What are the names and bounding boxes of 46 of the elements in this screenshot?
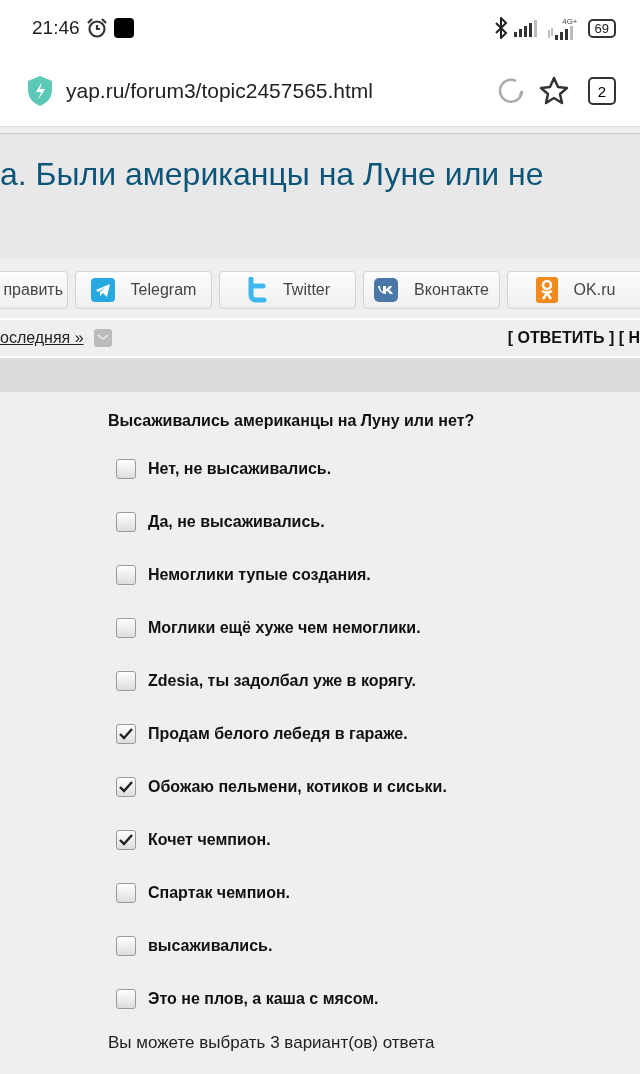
clock-time: 21:46 bbox=[32, 17, 80, 39]
checkbox[interactable] bbox=[116, 723, 136, 744]
option-label: Моглики ещё хуже чем немоглики. bbox=[148, 618, 421, 637]
tab-count-button[interactable]: 2 bbox=[588, 77, 616, 105]
checkbox[interactable] bbox=[116, 511, 136, 532]
battery-indicator: 69 bbox=[587, 18, 616, 38]
share-button[interactable]: OK.ru bbox=[507, 271, 640, 309]
option-label: Немоглики тупые создания. bbox=[148, 565, 371, 584]
checkbox[interactable] bbox=[116, 829, 136, 850]
checkbox[interactable] bbox=[116, 617, 136, 638]
option-label: Обожаю пельмени, котиков и сиськи. bbox=[148, 777, 447, 796]
option-label: Это не плов, а каша с мясом. bbox=[148, 989, 379, 1008]
alarm-icon bbox=[85, 17, 108, 39]
share-button[interactable]: Вконтакте bbox=[363, 271, 500, 309]
option-label: Нет, не высаживались. bbox=[148, 459, 332, 478]
checkbox[interactable] bbox=[116, 670, 136, 691]
topic-title: а. Были американцы на Луне или не bbox=[0, 155, 545, 193]
option-label: Zdesia, ты задолбал уже в корягу. bbox=[148, 671, 416, 690]
option-label: Продам белого лебедя в гараже. bbox=[148, 724, 408, 743]
option-label: высаживались. bbox=[148, 936, 273, 955]
checkbox[interactable] bbox=[116, 776, 136, 797]
poll-note: Вы можете выбрать 3 вариант(ов) ответа bbox=[108, 1033, 436, 1053]
app-icon bbox=[113, 18, 134, 38]
checkbox[interactable] bbox=[116, 458, 136, 479]
checkbox[interactable] bbox=[116, 988, 136, 1009]
star-icon[interactable] bbox=[538, 75, 570, 107]
poll-question: Высаживались американцы на Луну или нет? bbox=[108, 412, 476, 430]
checkbox[interactable] bbox=[116, 564, 136, 585]
option-label: Кочет чемпион. bbox=[148, 830, 271, 849]
checkbox[interactable] bbox=[116, 882, 136, 903]
reply-link[interactable]: [ ОТВЕТИТЬ ] [ Н bbox=[507, 329, 640, 347]
bluetooth-icon bbox=[493, 17, 508, 39]
last-page-link[interactable]: оследняя » bbox=[0, 329, 84, 347]
option-label: Да, не высаживались. bbox=[148, 512, 325, 531]
share-button[interactable]: Telegram bbox=[75, 271, 212, 309]
option-label: Спартак чемпион. bbox=[148, 883, 291, 902]
network-type: 4G+ bbox=[562, 16, 578, 26]
vk-logo-icon bbox=[374, 278, 399, 302]
reload-icon[interactable] bbox=[496, 76, 526, 106]
paper-plane-icon bbox=[90, 278, 115, 302]
share-button[interactable]: Twitter bbox=[219, 271, 356, 309]
url-text[interactable]: yap.ru/forum3/topic2457565.html bbox=[66, 79, 373, 103]
checkbox[interactable] bbox=[116, 935, 136, 956]
shield-icon bbox=[26, 75, 54, 107]
share-button[interactable]: править bbox=[0, 271, 68, 309]
ok-logo-icon bbox=[535, 277, 558, 303]
